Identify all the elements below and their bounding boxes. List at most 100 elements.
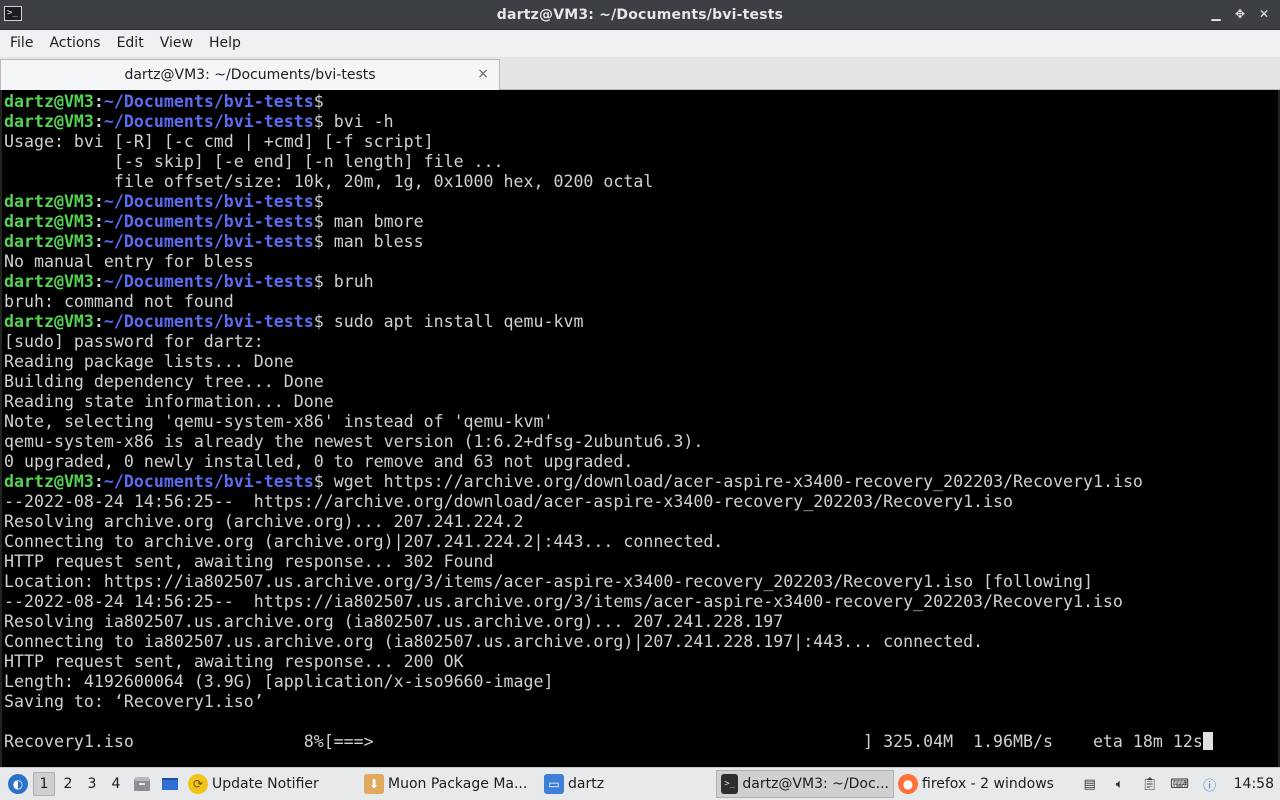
tab-close-icon[interactable]: × [477,66,489,82]
output-line: Note, selecting 'qemu-system-x86' instea… [4,412,1278,432]
prompt-user: dartz@VM3 [4,192,94,211]
output-line: file offset/size: 10k, 20m, 1g, 0x1000 h… [4,172,1278,192]
prompt-path: ~/Documents/bvi-tests [103,192,314,211]
task-muon-package-manager[interactable]: ⬇ Muon Package Ma... [360,770,540,798]
desktop-switch-1[interactable]: 1 [33,772,55,796]
prompt-separator: : [93,472,104,491]
task-update-notifier[interactable]: ⟳ Update Notifier [184,770,360,798]
desktop-switch-2[interactable]: 2 [57,772,79,796]
prompt-separator: : [93,112,104,131]
command-text: bruh [323,272,374,291]
terminal-icon[interactable]: >_ [4,6,22,21]
prompt-user: dartz@VM3 [4,472,94,491]
clipboard-icon[interactable]: 📋︎ [1140,774,1160,794]
prompt-symbol: $ [313,212,324,231]
output-text: [-s skip] [-e end] [-n length] file ... [4,152,504,171]
desktop-switch-3[interactable]: 3 [81,772,103,796]
menu-help[interactable]: Help [201,30,249,57]
output-text: HTTP request sent, awaiting response... … [4,552,494,571]
task-label: dartz [568,776,605,792]
task-dartz-folder[interactable]: ▭ dartz [540,770,716,798]
notification-icon[interactable]: ⓘ [1200,774,1220,794]
menu-view[interactable]: View [152,30,201,57]
terminal-output[interactable]: dartz@VM3:~/Documents/bvi-tests$ dartz@VM… [0,90,1280,767]
output-text: Connecting to archive.org (archive.org)|… [4,532,724,551]
task-label: dartz@VM3: ~/Doc... [742,776,889,792]
prompt-user: dartz@VM3 [4,92,94,111]
output-text: Saving to: ‘Recovery1.iso’ [4,692,264,711]
prompt-line: dartz@VM3:~/Documents/bvi-tests$ bruh [4,272,1278,292]
lubuntu-start-icon: ◐ [8,774,28,794]
prompt-symbol: $ [313,272,324,291]
task-firefox[interactable]: ● firefox - 2 windows [894,770,1066,798]
output-text: 0 upgraded, 0 newly installed, 0 to remo… [4,452,634,471]
output-text: No manual entry for bless [4,252,254,271]
output-text: qemu-system-x86 is already the newest ve… [4,432,704,451]
menu-actions[interactable]: Actions [41,30,108,57]
muon-package-icon: ⬇ [364,774,384,794]
prompt-symbol: $ [313,92,324,111]
output-text: Note, selecting 'qemu-system-x86' instea… [4,412,554,431]
keyboard-icon[interactable]: ⌨ [1170,774,1190,794]
output-line: HTTP request sent, awaiting response... … [4,652,1278,672]
prompt-path: ~/Documents/bvi-tests [103,472,314,491]
menu-edit[interactable]: Edit [109,30,152,57]
prompt-line: dartz@VM3:~/Documents/bvi-tests$ bvi -h [4,112,1278,132]
maximize-icon[interactable]: ✥ [1232,5,1248,23]
prompt-user: dartz@VM3 [4,112,94,131]
prompt-symbol: $ [313,112,324,131]
output-text: Recovery1.iso 8%[===> ] 325.04M 1.96MB/s… [4,732,1203,751]
command-text: man bmore [323,212,424,231]
output-line: Length: 4192600064 (3.9G) [application/x… [4,672,1278,692]
prompt-user: dartz@VM3 [4,312,94,331]
prompt-separator: : [93,232,104,251]
task-label: Update Notifier [212,776,319,792]
task-terminal[interactable]: >_ dartz@VM3: ~/Doc... [716,770,894,798]
tab-terminal[interactable]: dartz@VM3: ~/Documents/bvi-tests × [0,59,500,90]
output-line: Resolving archive.org (archive.org)... 2… [4,512,1278,532]
output-line: Location: https://ia802507.us.archive.or… [4,572,1278,592]
volume-icon[interactable]: 🔈︎ [1110,774,1130,794]
output-text: bruh: command not found [4,292,234,311]
task-label: firefox - 2 windows [922,776,1054,792]
prompt-symbol: $ [313,192,324,211]
close-icon[interactable]: ✕ [1256,5,1272,23]
output-text: Resolving archive.org (archive.org)... 2… [4,512,524,531]
show-desktop-icon[interactable] [158,772,182,796]
output-line: Saving to: ‘Recovery1.iso’ [4,692,1278,712]
output-text: Connecting to ia802507.us.archive.org (i… [4,632,984,651]
output-text: Usage: bvi [-R] [-c cmd | +cmd] [-f scri… [4,132,434,151]
output-text: --2022-08-24 14:56:25-- https://archive.… [4,492,1014,511]
prompt-path: ~/Documents/bvi-tests [103,272,314,291]
prompt-symbol: $ [313,232,324,251]
output-line: --2022-08-24 14:56:25-- https://ia802507… [4,592,1278,612]
prompt-user: dartz@VM3 [4,272,94,291]
prompt-line: dartz@VM3:~/Documents/bvi-tests$ man ble… [4,232,1278,252]
prompt-separator: : [93,272,104,291]
folder-icon: ▭ [544,774,564,794]
output-line: bruh: command not found [4,292,1278,312]
prompt-separator: : [93,212,104,231]
output-line: Recovery1.iso 8%[===> ] 325.04M 1.96MB/s… [4,732,1278,752]
start-menu-button[interactable]: ◐ [4,770,32,798]
prompt-line: dartz@VM3:~/Documents/bvi-tests$ [4,92,1278,112]
taskbar: ◐ 1 2 3 4 ⟳ Update Notifier ⬇ Muon Packa… [0,767,1280,800]
output-line: Resolving ia802507.us.archive.org (ia802… [4,612,1278,632]
prompt-path: ~/Documents/bvi-tests [103,312,314,331]
output-text: Reading package lists... Done [4,352,294,371]
prompt-line: dartz@VM3:~/Documents/bvi-tests$ man bmo… [4,212,1278,232]
network-icon[interactable]: ▤ [1080,774,1100,794]
file-manager-icon[interactable] [130,772,154,796]
minimize-icon[interactable]: ▁ [1208,5,1224,23]
command-text: wget https://archive.org/download/acer-a… [323,472,1143,491]
update-notifier-icon: ⟳ [188,774,208,794]
window-titlebar: >_ dartz@VM3: ~/Documents/bvi-tests ▁ ✥ … [0,0,1280,30]
output-text: HTTP request sent, awaiting response... … [4,652,464,671]
output-line: Reading state information... Done [4,392,1278,412]
prompt-line: dartz@VM3:~/Documents/bvi-tests$ sudo ap… [4,312,1278,332]
desktop-switch-4[interactable]: 4 [105,772,127,796]
menu-file[interactable]: File [2,30,41,57]
prompt-path: ~/Documents/bvi-tests [103,112,314,131]
output-line: Connecting to ia802507.us.archive.org (i… [4,632,1278,652]
